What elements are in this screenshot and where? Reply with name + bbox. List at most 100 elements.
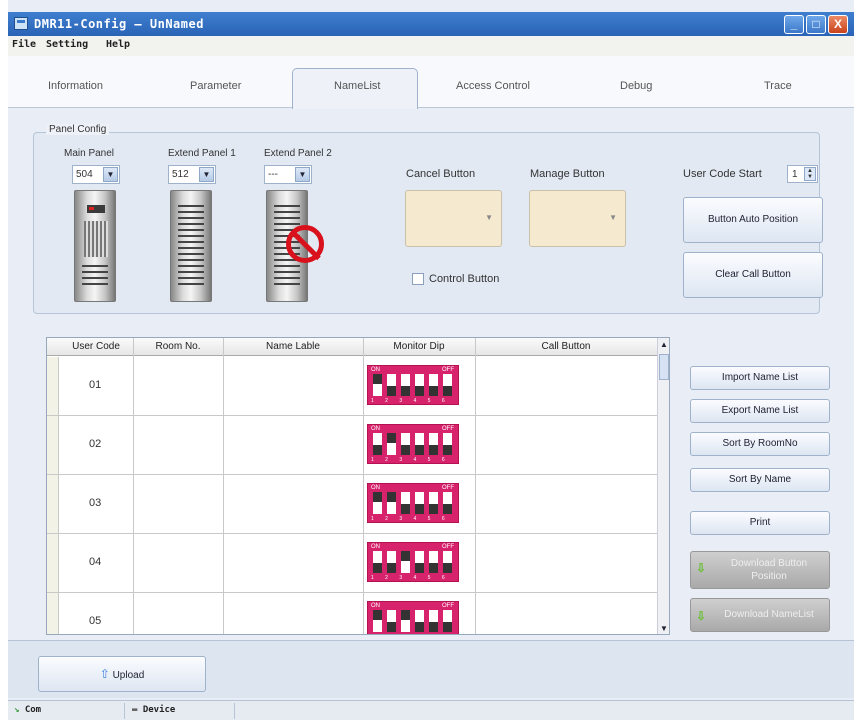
download-arrow-icon: ⇩ [696, 609, 707, 623]
download-namelist-button[interactable]: ⇩ Download NameList [690, 598, 830, 632]
dip-toggle[interactable] [401, 551, 410, 573]
menu-setting[interactable]: Setting [46, 39, 88, 50]
header-room-no[interactable]: Room No. [133, 341, 223, 352]
extend-panel1-select[interactable]: 512 ▼ [168, 165, 216, 184]
dip-toggle[interactable] [387, 492, 396, 514]
dip-toggle[interactable] [373, 374, 382, 396]
dip-on-label: ON [371, 485, 380, 491]
table-row[interactable]: 04 ON OFF 1 2 3 4 5 6 [47, 534, 657, 593]
clear-call-button-button[interactable]: Clear Call Button [683, 252, 823, 298]
dip-toggle[interactable] [443, 610, 452, 632]
user-code-cell: 04 [89, 556, 102, 568]
dip-toggle[interactable] [401, 610, 410, 632]
tab-access-control[interactable]: Access Control [456, 80, 530, 92]
dip-toggle[interactable] [373, 433, 382, 455]
download-button-position-button[interactable]: ⇩ Download Button Position [690, 551, 830, 589]
monitor-dip-switch[interactable]: ON OFF 1 2 3 4 5 6 [367, 365, 459, 405]
dip-toggle[interactable] [401, 492, 410, 514]
header-monitor-dip[interactable]: Monitor Dip [363, 341, 475, 352]
upload-button[interactable]: ⇧ Upload [38, 656, 206, 692]
tab-information[interactable]: Information [48, 80, 103, 92]
user-code-cell: 03 [89, 497, 102, 509]
monitor-dip-switch[interactable]: ON OFF 1 2 3 4 5 6 [367, 542, 459, 582]
dip-toggle[interactable] [429, 551, 438, 573]
upload-label: Upload [112, 670, 145, 681]
dip-toggle[interactable] [387, 433, 396, 455]
scroll-down-icon[interactable]: ▼ [658, 622, 669, 634]
cancel-button-label: Cancel Button [406, 168, 476, 180]
export-name-list-button[interactable]: Export Name List [690, 399, 830, 423]
cancel-button-select[interactable]: ▼ [405, 190, 502, 247]
menu-help[interactable]: Help [106, 39, 130, 50]
dip-toggle[interactable] [443, 433, 452, 455]
dip-toggle[interactable] [415, 433, 424, 455]
row-selector[interactable] [47, 475, 59, 533]
table-row[interactable]: 05 ON OFF 1 2 3 4 5 6 [47, 593, 657, 634]
tab-parameter[interactable]: Parameter [190, 80, 241, 92]
close-button[interactable]: X [828, 15, 848, 34]
minimize-button[interactable]: _ [784, 15, 804, 34]
app-icon [14, 17, 28, 30]
dip-toggle[interactable] [401, 374, 410, 396]
monitor-dip-switch[interactable]: ON OFF 1 2 3 4 5 6 [367, 601, 459, 634]
title-bar[interactable]: DMR11-Config — UnNamed _ □ X [8, 12, 854, 36]
dip-toggle[interactable] [373, 492, 382, 514]
sort-by-roomno-button[interactable]: Sort By RoomNo [690, 432, 830, 456]
header-call-button[interactable]: Call Button [475, 341, 657, 352]
tab-namelist[interactable]: NameList [334, 80, 380, 92]
user-code-start-spinner[interactable]: 1 ▲ ▼ [787, 165, 818, 183]
dip-toggle[interactable] [443, 374, 452, 396]
tab-debug[interactable]: Debug [620, 80, 652, 92]
manage-button-label: Manage Button [530, 168, 605, 180]
dip-off-label: OFF [442, 367, 454, 373]
dip-toggle[interactable] [429, 610, 438, 632]
print-button[interactable]: Print [690, 511, 830, 535]
table-row[interactable]: 03 ON OFF 1 2 3 4 5 6 [47, 475, 657, 534]
import-name-list-button[interactable]: Import Name List [690, 366, 830, 390]
dip-toggle[interactable] [429, 492, 438, 514]
com-icon: ↘ [14, 705, 20, 715]
table-row[interactable]: 01 ON OFF 1 2 3 4 5 6 [47, 357, 657, 416]
menu-file[interactable]: File [12, 39, 36, 50]
download-namelist-label: Download NameList [724, 609, 814, 620]
table-row[interactable]: 02 ON OFF 1 2 3 4 5 6 [47, 416, 657, 475]
tab-trace[interactable]: Trace [764, 80, 792, 92]
dip-toggle[interactable] [373, 551, 382, 573]
dip-toggle[interactable] [429, 433, 438, 455]
dip-toggle[interactable] [415, 492, 424, 514]
button-auto-position-button[interactable]: Button Auto Position [683, 197, 823, 243]
monitor-dip-switch[interactable]: ON OFF 1 2 3 4 5 6 [367, 424, 459, 464]
row-selector[interactable] [47, 593, 59, 634]
dip-toggle[interactable] [387, 551, 396, 573]
sort-by-name-button[interactable]: Sort By Name [690, 468, 830, 492]
dip-toggle[interactable] [443, 551, 452, 573]
row-selector[interactable] [47, 416, 59, 474]
dip-toggle[interactable] [373, 610, 382, 632]
table-scrollbar[interactable]: ▲ ▼ [657, 338, 669, 634]
manage-button-select[interactable]: ▼ [529, 190, 626, 247]
scroll-thumb[interactable] [659, 354, 669, 380]
dip-toggle[interactable] [401, 433, 410, 455]
header-name-lable[interactable]: Name Lable [223, 341, 363, 352]
main-panel-select[interactable]: 504 ▼ [72, 165, 120, 184]
row-selector[interactable] [47, 534, 59, 592]
header-user-code[interactable]: User Code [59, 341, 133, 352]
status-bar: ↘ Com ▬ Device [8, 700, 854, 720]
dip-toggle[interactable] [429, 374, 438, 396]
dip-toggle[interactable] [387, 374, 396, 396]
spinner-arrows-icon[interactable]: ▲ ▼ [804, 167, 816, 181]
maximize-button[interactable]: □ [806, 15, 826, 34]
extend-panel2-select[interactable]: --- ▼ [264, 165, 312, 184]
menu-bar: File Setting Help [8, 36, 854, 56]
dip-toggle[interactable] [415, 551, 424, 573]
monitor-dip-switch[interactable]: ON OFF 1 2 3 4 5 6 [367, 483, 459, 523]
dip-toggle[interactable] [415, 374, 424, 396]
dip-toggle[interactable] [415, 610, 424, 632]
panel-config-legend: Panel Config [46, 124, 110, 135]
control-button-checkbox[interactable] [412, 273, 424, 285]
scroll-up-icon[interactable]: ▲ [658, 338, 669, 352]
row-selector[interactable] [47, 357, 59, 415]
dip-toggle[interactable] [387, 610, 396, 632]
dip-toggle[interactable] [443, 492, 452, 514]
main-panel-image [74, 190, 116, 302]
